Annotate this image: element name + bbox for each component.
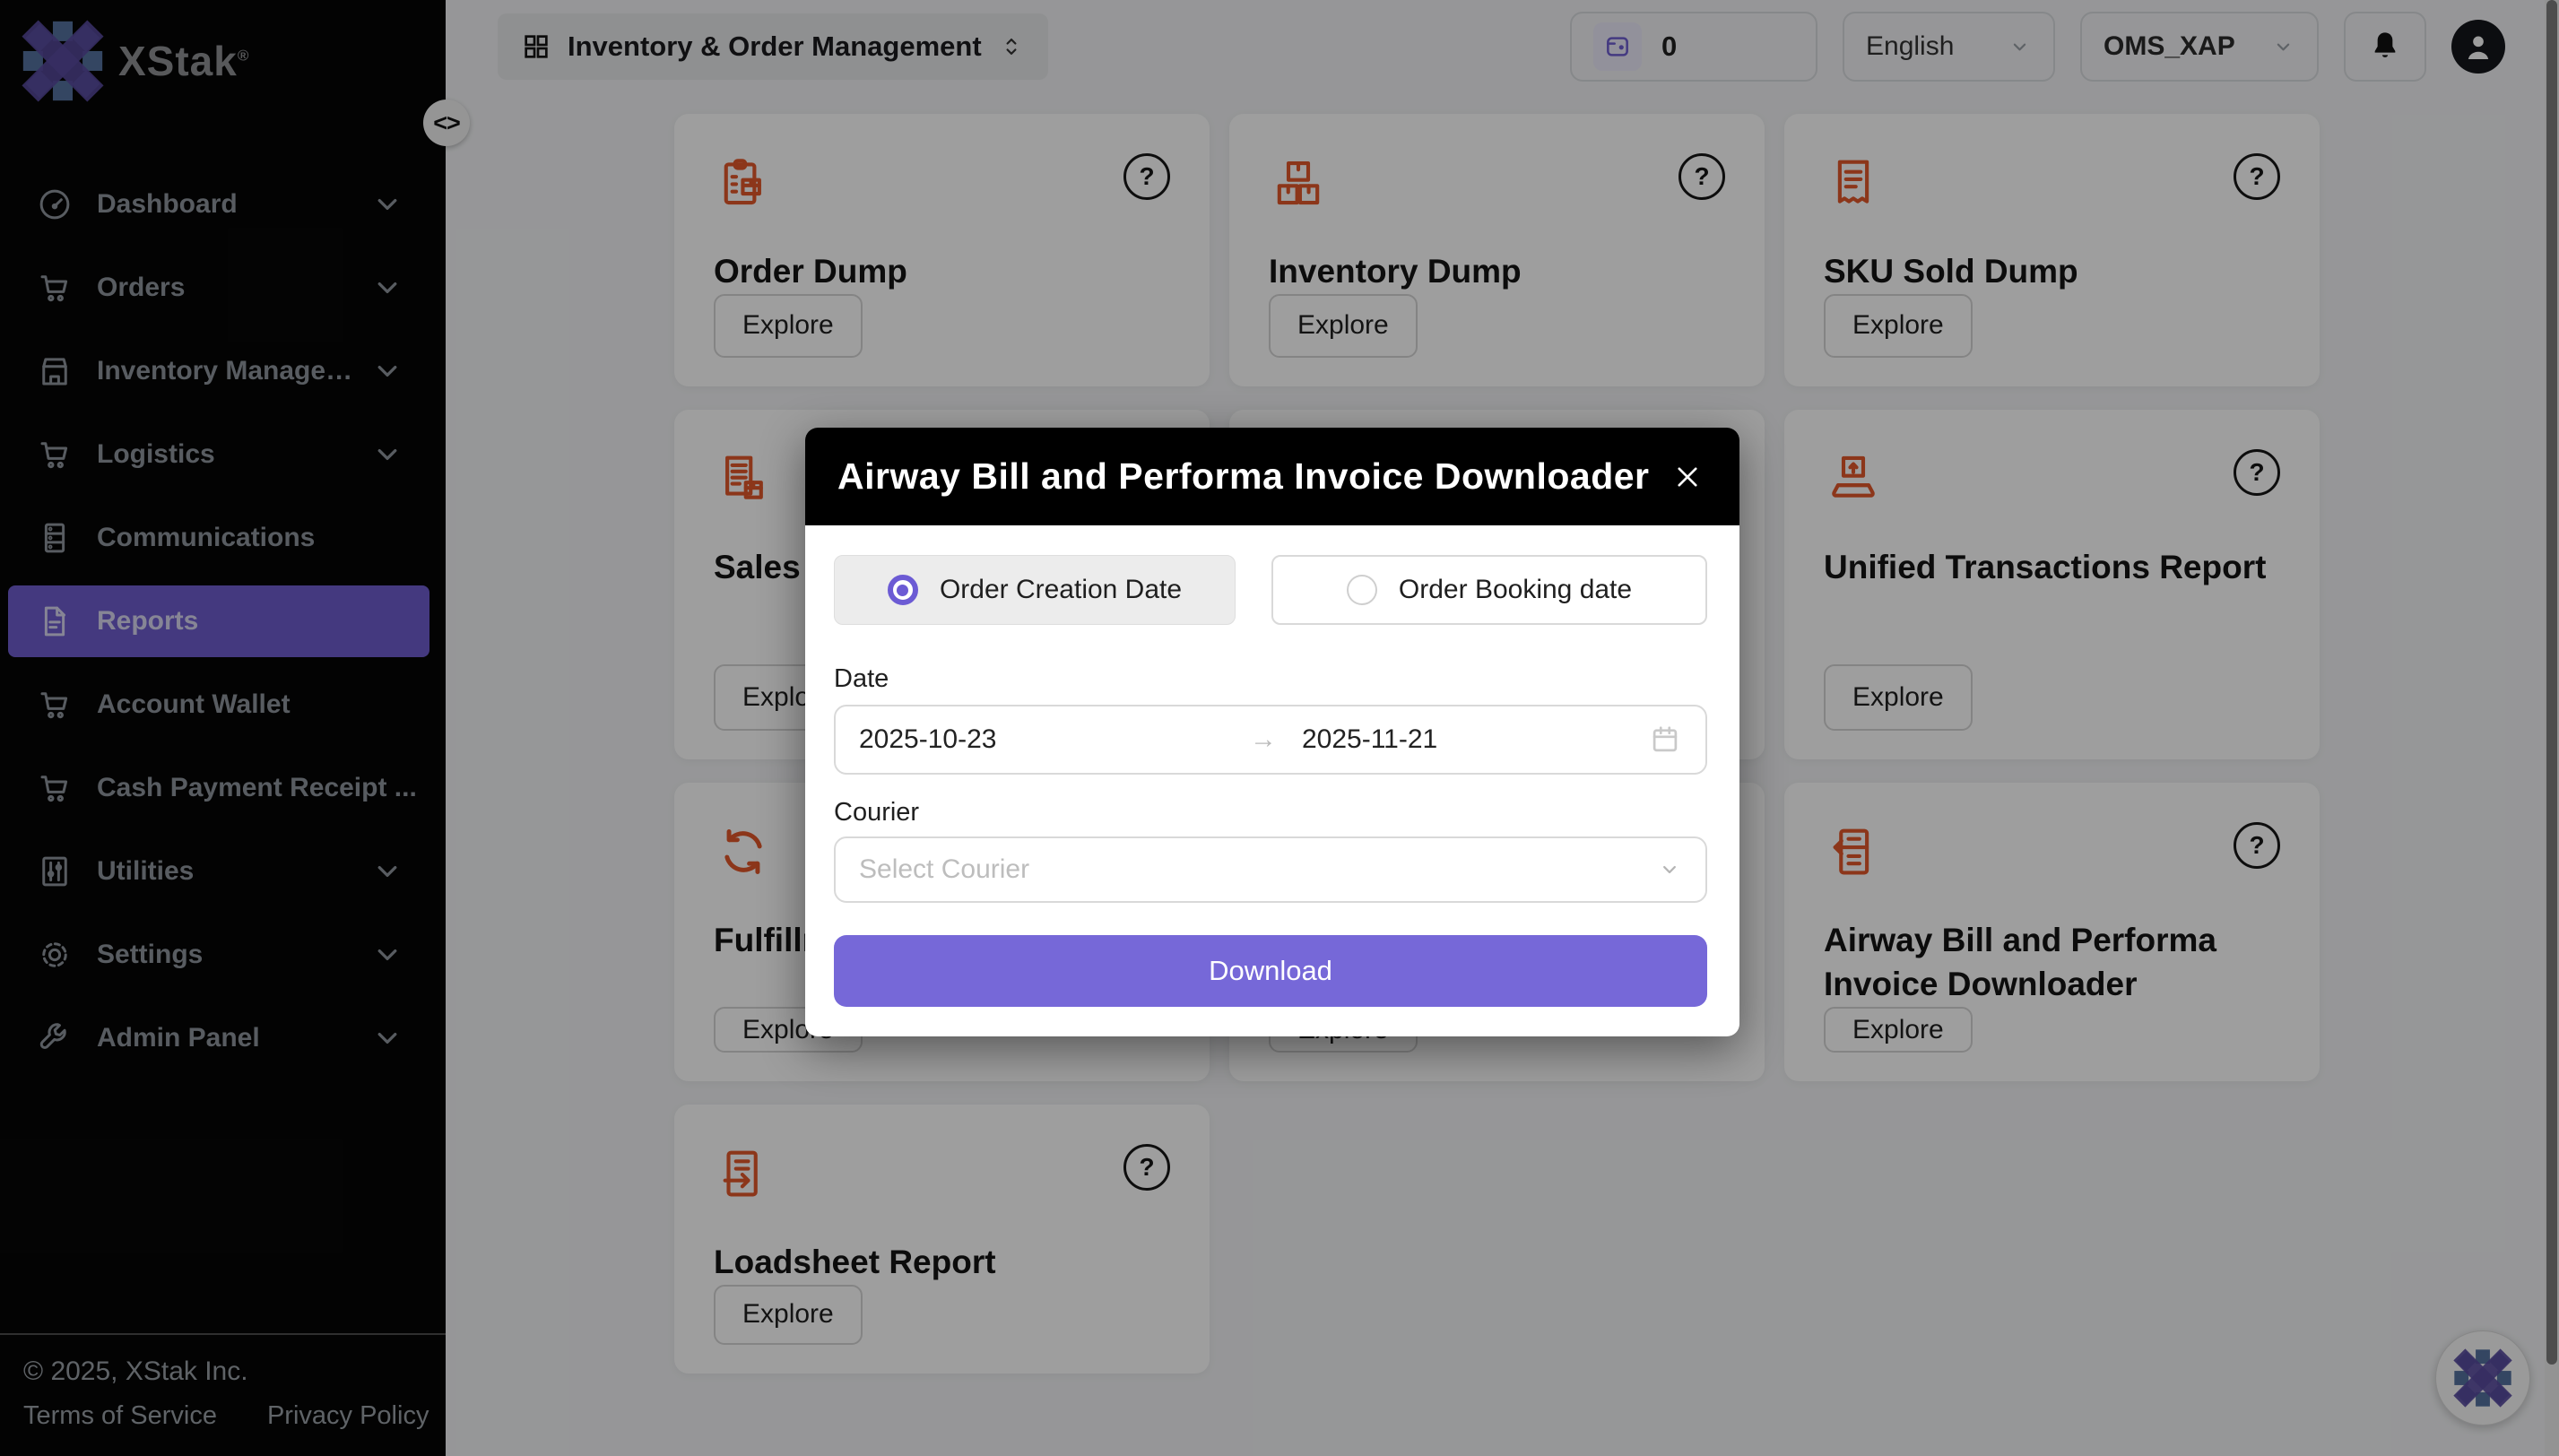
modal-header: Airway Bill and Performa Invoice Downloa… bbox=[805, 428, 1739, 525]
modal-title: Airway Bill and Performa Invoice Downloa… bbox=[837, 455, 1650, 498]
date-type-radio-group: Order Creation Date Order Booking date bbox=[834, 555, 1707, 625]
calendar-icon bbox=[1648, 723, 1682, 757]
date-field-label: Date bbox=[834, 664, 1707, 694]
date-range-input[interactable]: 2025-10-23 → 2025-11-21 bbox=[834, 705, 1707, 775]
courier-field-label: Courier bbox=[834, 798, 1707, 828]
radio-selected-icon bbox=[888, 575, 918, 605]
chevron-down-icon bbox=[1657, 857, 1682, 882]
radio-label: Order Booking date bbox=[1399, 575, 1632, 605]
download-button[interactable]: Download bbox=[834, 935, 1707, 1007]
modal-body: Order Creation Date Order Booking date D… bbox=[805, 525, 1739, 1036]
range-arrow-icon: → bbox=[1250, 724, 1277, 755]
courier-placeholder: Select Courier bbox=[859, 854, 1029, 885]
courier-select[interactable]: Select Courier bbox=[834, 836, 1707, 903]
date-to-value[interactable]: 2025-11-21 bbox=[1302, 724, 1437, 755]
date-from-value[interactable]: 2025-10-23 bbox=[859, 724, 1250, 755]
app-root: XStak® DashboardOrdersInventory Manageme… bbox=[0, 0, 2559, 1456]
close-icon[interactable] bbox=[1668, 457, 1707, 497]
radio-label: Order Creation Date bbox=[940, 575, 1182, 605]
radio-order-creation-date[interactable]: Order Creation Date bbox=[834, 555, 1236, 625]
radio-unselected-icon bbox=[1347, 575, 1377, 605]
radio-order-booking-date[interactable]: Order Booking date bbox=[1271, 555, 1707, 625]
airway-bill-downloader-modal: Airway Bill and Performa Invoice Downloa… bbox=[805, 428, 1739, 1036]
